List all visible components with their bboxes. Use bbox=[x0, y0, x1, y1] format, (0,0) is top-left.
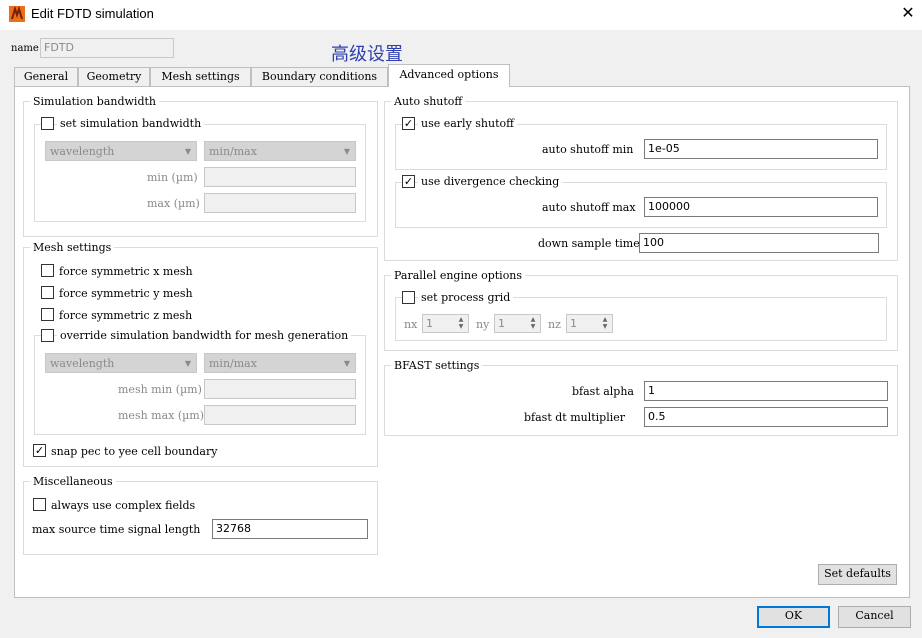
auto-shutoff-min-label: auto shutoff min bbox=[542, 143, 634, 156]
nx-spinbox[interactable]: 1 ▲ ▼ bbox=[422, 314, 469, 333]
tab-geometry[interactable]: Geometry bbox=[78, 67, 150, 86]
signal-length-input[interactable]: 32768 bbox=[212, 519, 368, 539]
force-y-checkbox[interactable] bbox=[41, 286, 54, 299]
process-grid-checkbox[interactable] bbox=[402, 291, 415, 304]
set-bandwidth-checkbox[interactable] bbox=[41, 117, 54, 130]
bandwidth-unit-select[interactable]: wavelength ▼ bbox=[45, 141, 197, 161]
complex-fields-label: always use complex fields bbox=[51, 499, 196, 512]
chevron-down-icon: ▼ bbox=[343, 147, 350, 156]
simulation-bandwidth-title: Simulation bandwidth bbox=[30, 95, 159, 108]
bandwidth-range-select[interactable]: min/max ▼ bbox=[204, 141, 356, 161]
cancel-button[interactable]: Cancel bbox=[838, 606, 911, 628]
bfast-dt-input[interactable]: 0.5 bbox=[644, 407, 888, 427]
mesh-settings-title: Mesh settings bbox=[30, 241, 115, 254]
spin-arrows-icon[interactable]: ▲ ▼ bbox=[455, 316, 467, 331]
down-sample-label: down sample time bbox=[538, 237, 640, 250]
parallel-engine-title: Parallel engine options bbox=[391, 269, 526, 282]
tab-mesh-settings[interactable]: Mesh settings bbox=[150, 67, 251, 86]
force-x-checkbox[interactable] bbox=[41, 264, 54, 277]
bfast-title: BFAST settings bbox=[391, 359, 483, 372]
tab-general[interactable]: General bbox=[14, 67, 78, 86]
nz-spinbox[interactable]: 1 ▲ ▼ bbox=[566, 314, 613, 333]
divergence-label: use divergence checking bbox=[418, 175, 563, 188]
auto-shutoff-max-input[interactable]: 100000 bbox=[644, 197, 878, 217]
early-shutoff-label: use early shutoff bbox=[418, 117, 517, 130]
divergence-checkbox[interactable]: ✓ bbox=[402, 175, 415, 188]
bandwidth-min-label: min (µm) bbox=[147, 171, 198, 184]
spin-arrows-icon[interactable]: ▲ ▼ bbox=[527, 316, 539, 331]
mesh-unit-select[interactable]: wavelength ▼ bbox=[45, 353, 197, 373]
set-defaults-button[interactable]: Set defaults bbox=[818, 564, 897, 585]
mesh-min-input[interactable] bbox=[204, 379, 356, 399]
down-sample-input[interactable]: 100 bbox=[639, 233, 879, 253]
auto-shutoff-title: Auto shutoff bbox=[391, 95, 466, 108]
tab-advanced-options[interactable]: Advanced options bbox=[388, 64, 510, 87]
annotation-text: 高级设置 bbox=[331, 44, 403, 65]
window-title: Edit FDTD simulation bbox=[31, 6, 154, 21]
bandwidth-max-label: max (µm) bbox=[147, 197, 200, 210]
name-input[interactable]: FDTD bbox=[40, 38, 174, 58]
app-logo-icon bbox=[9, 6, 25, 22]
set-bandwidth-label: set simulation bandwidth bbox=[57, 117, 205, 130]
signal-length-label: max source time signal length bbox=[32, 523, 201, 536]
chevron-down-icon: ▼ bbox=[343, 359, 350, 368]
early-shutoff-checkbox[interactable]: ✓ bbox=[402, 117, 415, 130]
process-grid-label: set process grid bbox=[418, 291, 514, 304]
bandwidth-min-input[interactable] bbox=[204, 167, 356, 187]
tab-boundary-conditions[interactable]: Boundary conditions bbox=[251, 67, 388, 86]
mesh-max-label: mesh max (µm) bbox=[118, 409, 205, 422]
auto-shutoff-max-label: auto shutoff max bbox=[542, 201, 636, 214]
close-icon[interactable]: ✕ bbox=[898, 3, 918, 23]
auto-shutoff-min-input[interactable]: 1e-05 bbox=[644, 139, 878, 159]
override-label: override simulation bandwidth for mesh g… bbox=[57, 329, 352, 342]
force-z-label: force symmetric z mesh bbox=[59, 309, 193, 322]
miscellaneous-title: Miscellaneous bbox=[30, 475, 116, 488]
miscellaneous-group bbox=[23, 481, 378, 555]
spin-arrows-icon[interactable]: ▲ ▼ bbox=[599, 316, 611, 331]
chevron-down-icon: ▼ bbox=[184, 147, 191, 156]
chevron-down-icon: ▼ bbox=[184, 359, 191, 368]
ny-label: ny bbox=[476, 318, 490, 331]
mesh-range-select[interactable]: min/max ▼ bbox=[204, 353, 356, 373]
bfast-alpha-label: bfast alpha bbox=[572, 385, 634, 398]
nz-label: nz bbox=[548, 318, 561, 331]
force-y-label: force symmetric y mesh bbox=[59, 287, 193, 300]
ok-button[interactable]: OK bbox=[757, 606, 830, 628]
mesh-max-input[interactable] bbox=[204, 405, 356, 425]
bandwidth-max-input[interactable] bbox=[204, 193, 356, 213]
bfast-dt-label: bfast dt multiplier bbox=[524, 411, 626, 424]
mesh-min-label: mesh min (µm) bbox=[118, 383, 202, 396]
name-label: name bbox=[11, 43, 39, 54]
force-x-label: force symmetric x mesh bbox=[59, 265, 193, 278]
complex-fields-checkbox[interactable] bbox=[33, 498, 46, 511]
ny-spinbox[interactable]: 1 ▲ ▼ bbox=[494, 314, 541, 333]
snap-pec-checkbox[interactable]: ✓ bbox=[33, 444, 46, 457]
override-checkbox[interactable] bbox=[41, 329, 54, 342]
force-z-checkbox[interactable] bbox=[41, 308, 54, 321]
nx-label: nx bbox=[404, 318, 418, 331]
snap-pec-label: snap pec to yee cell boundary bbox=[51, 445, 218, 458]
bfast-alpha-input[interactable]: 1 bbox=[644, 381, 888, 401]
